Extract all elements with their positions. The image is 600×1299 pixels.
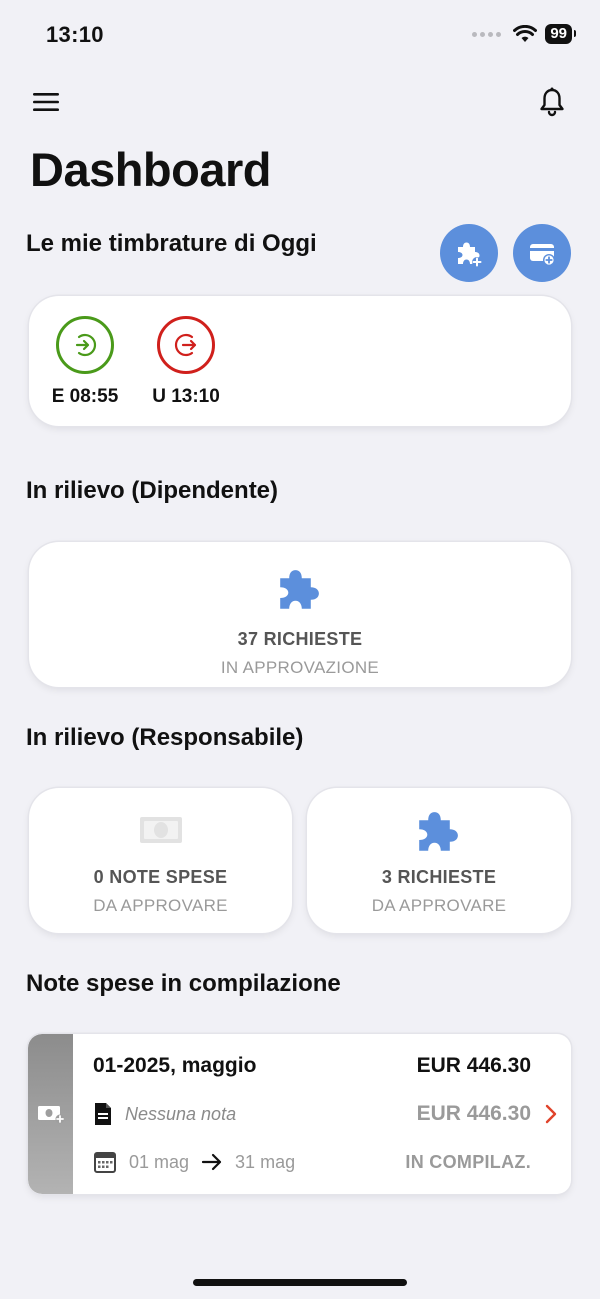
arrow-right-icon: [201, 1153, 222, 1171]
note-spese-count: 0 NOTE SPESE: [93, 867, 228, 887]
timbrature-card: E 08:55 U 13:10: [29, 296, 571, 426]
timbrature-section-title: Le mie timbrature di Oggi: [26, 230, 317, 257]
richieste-approvazione-tile[interactable]: 37 RICHIESTE IN APPROVAZIONE: [29, 542, 571, 687]
cellular-signal-icon: [472, 31, 502, 37]
expense-report-item[interactable]: 01-2025, maggio EUR 446.30 Nessuna nota …: [28, 1034, 571, 1194]
chevron-right-icon: [545, 1104, 557, 1124]
expense-header-row: 01-2025, maggio EUR 446.30: [93, 1054, 531, 1078]
document-icon: [95, 1103, 111, 1125]
status-time: 13:10: [46, 22, 104, 47]
menu-button[interactable]: [28, 84, 64, 120]
calendar-icon: [94, 1152, 116, 1173]
expense-date-to: 31 mag: [235, 1151, 296, 1172]
wifi-icon: [513, 25, 538, 42]
punch-entry[interactable]: E 08:55: [35, 316, 135, 408]
entry-circle: [56, 316, 114, 374]
logout-icon: [174, 333, 197, 357]
richieste-approvare-tile[interactable]: 3 RICHIESTE DA APPROVARE: [307, 788, 571, 933]
status-indicators: 99: [472, 24, 576, 44]
expense-date-from: 01 mag: [129, 1151, 190, 1172]
money-add-icon: [37, 1106, 64, 1124]
puzzle-icon: [280, 570, 319, 609]
richieste-resp-count: 3 RICHIESTE: [381, 867, 497, 887]
puzzle-add-icon: [458, 242, 482, 267]
bell-icon: [540, 87, 564, 117]
richieste-count: 37 RICHIESTE: [237, 629, 363, 649]
note-spese-approvare-tile[interactable]: 0 NOTE SPESE DA APPROVARE: [29, 788, 292, 933]
card-add-icon: [530, 244, 555, 266]
richieste-resp-sub: DA APPROVARE: [371, 896, 507, 915]
richieste-sub: IN APPROVAZIONE: [220, 658, 380, 677]
expense-note-row: Nessuna nota EUR 446.30: [93, 1102, 531, 1126]
exit-circle: [157, 316, 215, 374]
note-spese-sub: DA APPROVARE: [93, 896, 228, 915]
banknote-icon: [139, 817, 182, 843]
status-bar: 13:10 99: [0, 0, 600, 72]
notifications-button[interactable]: [534, 84, 570, 120]
expense-status: IN COMPILAZ.: [405, 1151, 531, 1172]
entry-time: E 08:55: [51, 386, 119, 407]
expense-title: 01-2025, maggio: [93, 1054, 257, 1077]
expense-amount: EUR 446.30: [416, 1054, 531, 1077]
battery-indicator: 99: [545, 24, 576, 44]
note-spese-section-title: Note spese in compilazione: [26, 970, 341, 997]
home-indicator[interactable]: [193, 1279, 407, 1286]
page-title: Dashboard: [30, 143, 272, 196]
login-icon: [75, 333, 97, 357]
puzzle-icon: [419, 812, 458, 851]
expense-note: Nessuna nota: [125, 1103, 237, 1124]
expense-amount-secondary: EUR 446.30: [416, 1102, 531, 1125]
add-request-button[interactable]: [440, 224, 498, 282]
add-punch-button[interactable]: [513, 224, 571, 282]
hamburger-icon: [33, 93, 59, 111]
expense-date-row: 01 mag 31 mag IN COMPILAZ.: [93, 1150, 531, 1174]
exit-time: U 13:10: [152, 386, 220, 407]
expense-strip: [28, 1034, 73, 1194]
rilievo-dipendente-title: In rilievo (Dipendente): [26, 477, 279, 504]
punch-exit[interactable]: U 13:10: [136, 316, 236, 408]
rilievo-responsabile-title: In rilievo (Responsabile): [26, 724, 304, 751]
